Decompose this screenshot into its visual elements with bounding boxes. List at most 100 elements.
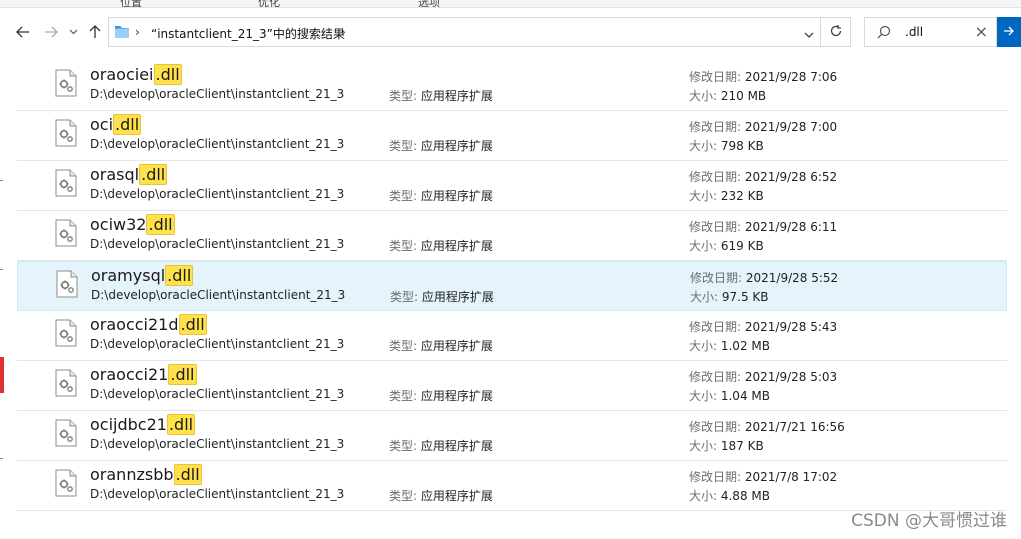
- ribbon-tab-options[interactable]: 选项: [418, 0, 440, 7]
- recent-locations-button[interactable]: [62, 22, 84, 42]
- file-type: 类型: 应用程序扩展: [389, 187, 493, 204]
- dll-file-icon: [55, 469, 77, 500]
- refresh-icon: [829, 24, 843, 41]
- list-item[interactable]: orannzsbb .dll D:\develop\oracleClient\ins…: [17, 461, 1007, 511]
- modified-label: 修改日期:: [690, 271, 746, 285]
- file-size: 大小: 187 KB: [689, 437, 764, 454]
- forward-button[interactable]: [40, 22, 62, 42]
- modified-label: 修改日期:: [689, 70, 745, 84]
- navigation-bar: › “instantclient_21_3”中的搜索结果 › .dll ×: [0, 8, 1021, 55]
- modified-value: 2021/9/28 7:00: [744, 120, 838, 134]
- file-size: 大小: 97.5 KB: [690, 288, 769, 305]
- type-label: 类型:: [389, 389, 421, 403]
- modified-label: 修改日期:: [689, 420, 745, 434]
- file-size: 大小: 1.04 MB: [689, 387, 770, 404]
- dll-file-icon: [55, 419, 77, 450]
- breadcrumb-separator[interactable]: ›: [135, 25, 140, 39]
- type-value: 应用程序扩展: [420, 489, 493, 503]
- size-label: 大小:: [689, 439, 721, 453]
- file-modified: 修改日期: 2021/9/28 6:52: [689, 168, 837, 185]
- modified-value: 2021/9/28 5:52: [745, 271, 839, 285]
- file-modified: 修改日期: 2021/7/8 17:02: [689, 468, 837, 485]
- chevron-down-icon: [69, 29, 78, 35]
- arrow-right-icon: [1003, 25, 1015, 39]
- file-size: 大小: 4.88 MB: [689, 487, 770, 504]
- file-name[interactable]: oramysql .dll: [91, 264, 194, 288]
- list-item[interactable]: ociw32 .dll D:\develop\oracleClient\instan…: [17, 211, 1007, 261]
- size-value: 4.88 MB: [720, 489, 770, 503]
- dll-file-icon: [55, 369, 77, 400]
- list-item[interactable]: oraociei .dll D:\develop\oracleClient\inst…: [17, 61, 1007, 111]
- file-name[interactable]: ociw32 .dll: [90, 213, 175, 237]
- type-value: 应用程序扩展: [420, 189, 493, 203]
- pane-divider: [0, 269, 3, 270]
- list-item[interactable]: oci .dll D:\develop\oracleClient\instantcl…: [17, 111, 1007, 161]
- folder-icon: [113, 24, 131, 43]
- file-location: D:\develop\oracleClient\instantclient_21…: [90, 87, 345, 101]
- type-label: 类型:: [389, 189, 421, 203]
- file-location: D:\develop\oracleClient\instantclient_21…: [90, 387, 345, 401]
- refresh-button[interactable]: [821, 17, 851, 47]
- search-match-highlight: .dll: [139, 164, 168, 185]
- file-modified: 修改日期: 2021/9/28 6:11: [689, 218, 837, 235]
- size-value: 210 MB: [720, 89, 767, 103]
- search-go-button[interactable]: [997, 17, 1021, 47]
- arrow-up-icon: [89, 25, 101, 39]
- file-modified: 修改日期: 2021/9/28 5:03: [689, 368, 837, 385]
- up-button[interactable]: [84, 22, 106, 42]
- list-item[interactable]: oraocci21d .dll D:\develop\oracleClient\in…: [17, 311, 1007, 361]
- type-value: 应用程序扩展: [421, 290, 494, 304]
- file-size: 大小: 210 MB: [689, 87, 766, 104]
- size-value: 187 KB: [720, 439, 764, 453]
- address-bar[interactable]: › “instantclient_21_3”中的搜索结果 ›: [108, 17, 821, 47]
- file-name[interactable]: orasql .dll: [90, 163, 168, 187]
- breadcrumb-separator-end[interactable]: ›: [341, 25, 346, 39]
- type-label: 类型:: [389, 339, 421, 353]
- size-value: 97.5 KB: [721, 290, 769, 304]
- search-match-highlight: .dll: [146, 214, 175, 235]
- search-match-highlight: .dll: [178, 314, 207, 335]
- list-item[interactable]: ocijdbc21 .dll D:\develop\oracleClient\ins…: [17, 411, 1007, 461]
- list-item[interactable]: oramysql .dll D:\develop\oracleClient\inst…: [17, 261, 1007, 311]
- search-match-highlight: .dll: [173, 464, 202, 485]
- file-name-stem: orasql: [90, 165, 140, 184]
- file-name[interactable]: orannzsbb .dll: [90, 463, 202, 487]
- file-modified: 修改日期: 2021/9/28 5:43: [689, 318, 837, 335]
- back-button[interactable]: [12, 22, 34, 42]
- size-label: 大小:: [689, 89, 721, 103]
- file-name[interactable]: oraocci21d .dll: [90, 313, 207, 337]
- breadcrumb-search-results[interactable]: “instantclient_21_3”中的搜索结果: [151, 25, 345, 42]
- ribbon-tab-optimize[interactable]: 优化: [258, 0, 280, 7]
- list-item[interactable]: oraocci21 .dll D:\develop\oracleClient\ins…: [17, 361, 1007, 411]
- file-type: 类型: 应用程序扩展: [389, 387, 493, 404]
- search-icon: [877, 25, 891, 42]
- modified-label: 修改日期:: [689, 220, 745, 234]
- list-item[interactable]: orasql .dll D:\develop\oracleClient\instan…: [17, 161, 1007, 211]
- size-label: 大小:: [689, 189, 721, 203]
- file-name[interactable]: oci .dll: [90, 113, 142, 137]
- file-location: D:\develop\oracleClient\instantclient_21…: [90, 337, 345, 351]
- file-type: 类型: 应用程序扩展: [389, 437, 493, 454]
- file-name[interactable]: oraocci21 .dll: [90, 363, 197, 387]
- file-type: 类型: 应用程序扩展: [389, 137, 493, 154]
- file-name[interactable]: ocijdbc21 .dll: [90, 413, 196, 437]
- type-label: 类型:: [389, 239, 421, 253]
- file-name[interactable]: oraociei .dll: [90, 63, 182, 87]
- dll-file-icon: [55, 219, 77, 250]
- navigation-pane-edge: [0, 55, 7, 539]
- modified-label: 修改日期:: [689, 370, 745, 384]
- type-value: 应用程序扩展: [420, 339, 493, 353]
- size-label: 大小:: [689, 139, 721, 153]
- address-dropdown-icon[interactable]: [804, 27, 814, 41]
- file-type: 类型: 应用程序扩展: [389, 87, 493, 104]
- ribbon-tab-location[interactable]: 位置: [120, 0, 142, 7]
- type-label: 类型:: [390, 290, 422, 304]
- clear-search-button[interactable]: ×: [975, 23, 988, 41]
- file-location: D:\develop\oracleClient\instantclient_21…: [90, 437, 345, 451]
- search-box[interactable]: .dll ×: [864, 17, 997, 47]
- size-label: 大小:: [689, 239, 721, 253]
- search-match-highlight: .dll: [153, 64, 182, 85]
- file-location: D:\develop\oracleClient\instantclient_21…: [90, 487, 345, 501]
- file-type: 类型: 应用程序扩展: [390, 288, 494, 305]
- search-input[interactable]: .dll: [905, 25, 923, 39]
